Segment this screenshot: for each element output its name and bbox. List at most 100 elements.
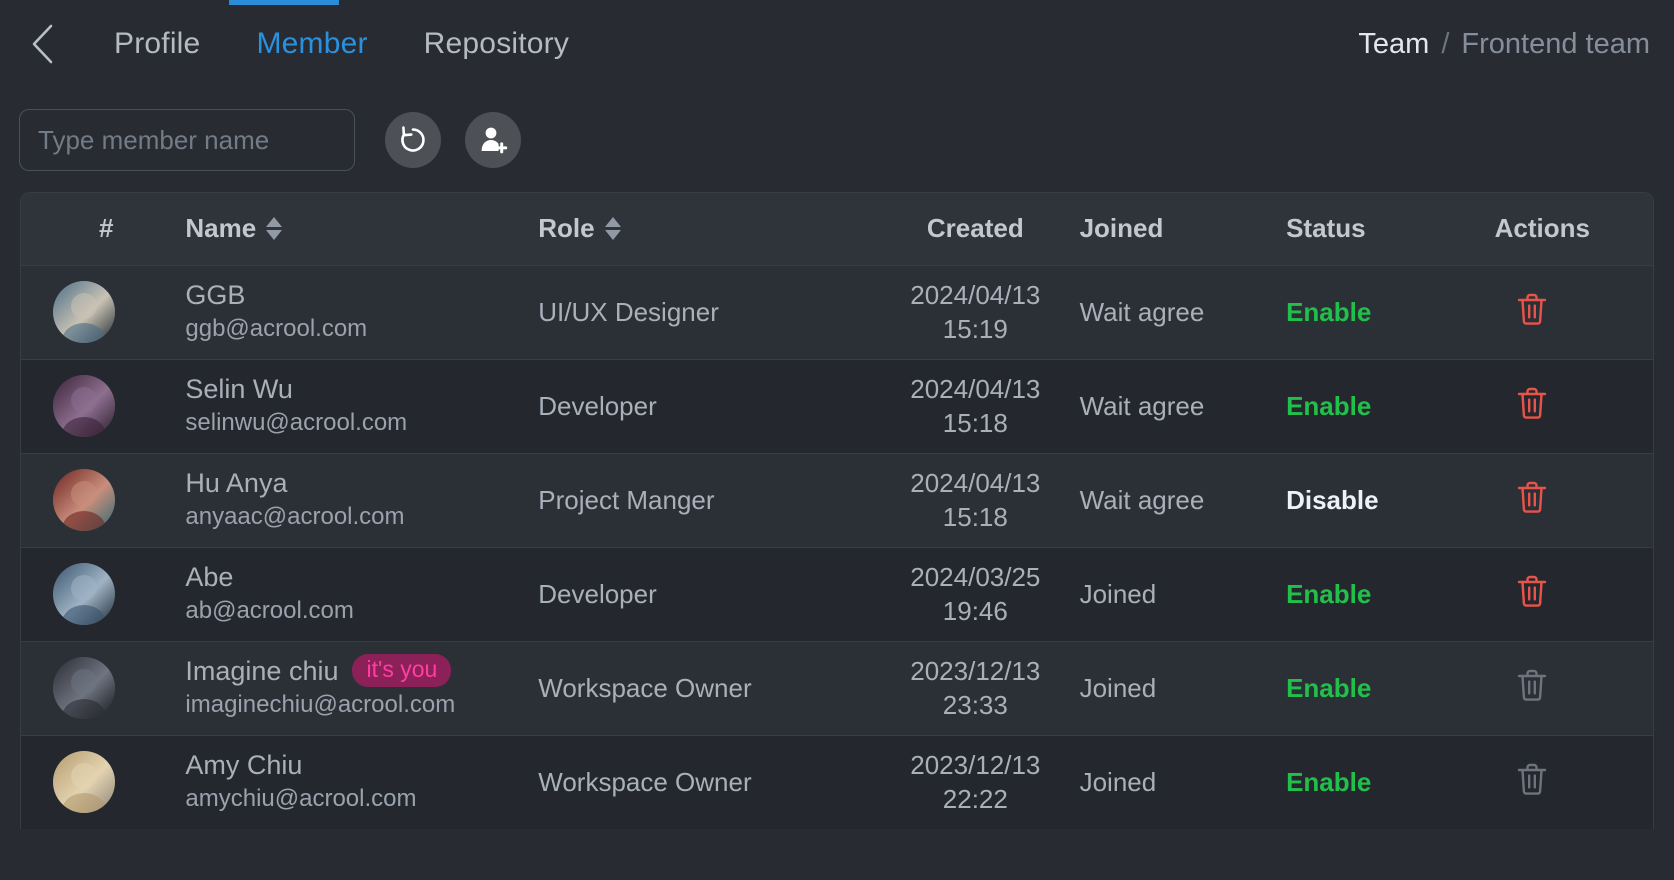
delete-member-button[interactable]: [1515, 385, 1549, 421]
row-status-cell: Enable: [1282, 546, 1491, 641]
member-email: ab@acrool.com: [185, 597, 354, 624]
refresh-button[interactable]: [385, 112, 441, 168]
member-name: GGB: [185, 279, 246, 310]
row-created-cell: 2024/04/13 15:18: [873, 452, 1078, 547]
row-avatar-cell: [21, 546, 182, 641]
delete-member-button[interactable]: [1515, 573, 1549, 609]
created-time: 15:19: [942, 314, 1008, 344]
refresh-icon: [397, 124, 429, 156]
row-status-cell: Enable: [1282, 358, 1491, 453]
member-name: Imagine chiu: [185, 655, 339, 686]
column-label-name: Name: [185, 213, 257, 244]
status-badge: Disable: [1286, 484, 1379, 515]
row-created-cell: 2023/12/13 22:22: [873, 734, 1078, 829]
status-badge: Enable: [1286, 296, 1372, 327]
sort-arrows-role-icon[interactable]: [604, 217, 621, 241]
row-joined-cell: Wait agree: [1077, 452, 1283, 547]
sort-arrows-name-icon[interactable]: [266, 217, 283, 241]
member-email: ggb@acrool.com: [185, 315, 368, 342]
search-field-wrapper[interactable]: [19, 109, 355, 171]
member-name: Amy Chiu: [185, 749, 303, 780]
joined-state: Wait agree: [1079, 296, 1205, 327]
tab-profile[interactable]: Profile: [86, 29, 228, 59]
avatar: [53, 563, 115, 625]
member-table-card: # Name Role Created Joined Status Action…: [20, 192, 1654, 829]
table-header-row: # Name Role Created Joined Status Action…: [21, 193, 1653, 265]
row-joined-cell: Wait agree: [1077, 264, 1283, 359]
created-date: 2024/04/13: [910, 279, 1041, 310]
delete-member-button[interactable]: [1515, 479, 1549, 515]
tab-member[interactable]: Member: [228, 29, 395, 59]
member-table: # Name Role Created Joined Status Action…: [21, 193, 1653, 829]
member-email: selinwu@acrool.com: [185, 409, 408, 436]
row-name-cell: Hu Anya anyaac@acrool.com: [181, 452, 535, 547]
joined-state: Joined: [1079, 766, 1157, 797]
row-name-cell: Amy Chiu amychiu@acrool.com: [181, 734, 535, 829]
member-email: amychiu@acrool.com: [185, 785, 417, 813]
column-header-role[interactable]: Role: [534, 193, 874, 265]
row-created-cell: 2024/03/25 19:46: [873, 546, 1078, 641]
column-label-role: Role: [538, 213, 595, 244]
delete-member-button: [1515, 667, 1549, 703]
member-toolbar: [0, 88, 1674, 184]
back-button[interactable]: [22, 24, 62, 64]
breadcrumb-separator: /: [1441, 27, 1450, 60]
row-status-cell: Enable: [1282, 734, 1491, 829]
column-label-created: Created: [926, 213, 1024, 244]
row-created-cell: 2024/04/13 15:19: [873, 264, 1078, 359]
table-row[interactable]: Amy Chiu amychiu@acrool.com Workspace Owne…: [21, 734, 1653, 829]
row-joined-cell: Joined: [1077, 546, 1283, 641]
table-row[interactable]: GGB ggb@acrool.com UI/UX Designer 2024/04/1…: [21, 264, 1653, 359]
top-navigation-bar: Profile Member Repository Team / Fronten…: [0, 0, 1674, 88]
row-name-cell: GGB ggb@acrool.com: [181, 264, 535, 359]
created-date: 2023/12/13: [910, 655, 1041, 686]
row-actions-cell: [1490, 264, 1653, 359]
breadcrumb-current: Frontend team: [1461, 27, 1650, 60]
row-actions-cell: [1490, 546, 1653, 641]
member-role: Project Manger: [538, 484, 715, 515]
created-date: 2024/03/25: [910, 561, 1041, 592]
table-body: GGB ggb@acrool.com UI/UX Designer 2024/04/1…: [21, 264, 1653, 829]
row-role-cell: Workspace Owner: [534, 640, 874, 735]
breadcrumb-team[interactable]: Team: [1358, 28, 1429, 61]
row-status-cell: Enable: [1282, 640, 1491, 735]
member-name: Abe: [185, 561, 234, 592]
avatar: [53, 469, 115, 531]
active-tab-indicator: [229, 0, 339, 5]
column-label-joined: Joined: [1079, 213, 1164, 244]
delete-member-button: [1515, 761, 1549, 797]
tab-repository[interactable]: Repository: [396, 29, 597, 59]
joined-state: Wait agree: [1079, 390, 1205, 421]
created-date: 2024/04/13: [910, 373, 1041, 404]
member-role: Developer: [538, 578, 657, 609]
delete-member-button[interactable]: [1515, 291, 1549, 327]
member-email: anyaac@acrool.com: [185, 503, 405, 530]
row-role-cell: UI/UX Designer: [534, 264, 874, 359]
row-name-cell: Selin Wu selinwu@acrool.com: [181, 358, 535, 453]
column-header-actions: Actions: [1490, 193, 1653, 265]
column-header-name[interactable]: Name: [181, 193, 535, 265]
column-header-created: Created: [873, 193, 1078, 265]
search-input[interactable]: [38, 124, 336, 156]
row-joined-cell: Wait agree: [1077, 358, 1283, 453]
table-row[interactable]: Imagine chiu it's you imaginechiu@acrool.c…: [21, 640, 1653, 735]
table-header: # Name Role Created Joined Status Action…: [21, 193, 1653, 265]
avatar: [53, 657, 115, 719]
row-actions-cell: [1490, 640, 1653, 735]
row-role-cell: Project Manger: [534, 452, 874, 547]
table-row[interactable]: Selin Wu selinwu@acrool.com Developer 2024/…: [21, 358, 1653, 453]
row-avatar-cell: [21, 452, 182, 547]
add-member-button[interactable]: [465, 112, 521, 168]
row-name-cell: Imagine chiu it's you imaginechiu@acrool.c…: [181, 640, 535, 735]
row-created-cell: 2024/04/13 15:18: [873, 358, 1078, 453]
table-row[interactable]: Hu Anya anyaac@acrool.com Project Manger 20…: [21, 452, 1653, 547]
table-row[interactable]: Abe ab@acrool.com Developer 2024/03/25 19:46…: [21, 546, 1653, 641]
member-name: Hu Anya: [185, 467, 288, 498]
avatar: [53, 375, 115, 437]
joined-state: Joined: [1079, 578, 1157, 609]
created-date: 2023/12/13: [910, 749, 1041, 780]
column-header-joined: Joined: [1077, 193, 1283, 265]
member-role: UI/UX Designer: [538, 296, 719, 327]
created-time: 22:22: [942, 784, 1008, 815]
avatar: [53, 281, 115, 343]
